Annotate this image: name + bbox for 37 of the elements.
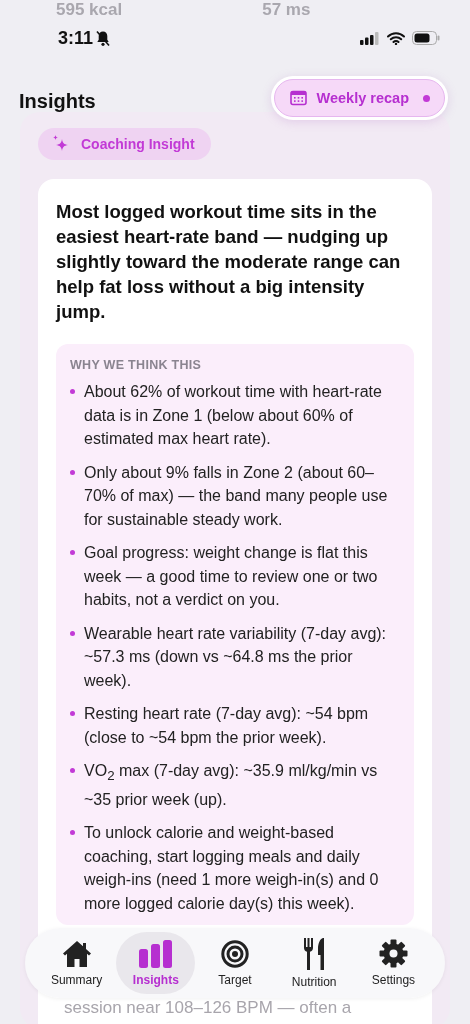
tab[interactable]: Settings xyxy=(353,932,433,994)
bullet-icon xyxy=(70,389,75,394)
reason-text: To unlock calorie and weight-based coaching, start logging meals and daily weigh-ins (need 1 more weigh-in(s) and 0 more logged calorie day(s) this week). xyxy=(84,823,380,914)
weekly-recap-button[interactable]: Weekly recap xyxy=(273,79,445,117)
home-icon xyxy=(61,939,92,968)
bullet-icon xyxy=(70,768,75,773)
tab[interactable]: Insights xyxy=(116,932,196,994)
reasons-heading: WHY WE THINK THIS xyxy=(70,358,203,372)
reason-text: About 62% of workout time with heart-rate data is in Zone 1 (below about 60% of estimated max heart rate). xyxy=(84,382,383,449)
bullet-icon xyxy=(70,469,75,475)
signal-icon xyxy=(360,31,380,45)
insight-headline: Most logged workout time sits in the easiest heart-rate band — nudging up slightly toward the moderate range can help fat loss without a big intensity jump. xyxy=(56,200,402,324)
settings-icon xyxy=(378,939,408,968)
tab[interactable]: Target xyxy=(195,932,275,994)
wifi-icon xyxy=(387,31,405,45)
stat-value: 595 kcal xyxy=(56,0,123,20)
reason-text: Wearable heart rate variability (7-day avg): ~57.3 ms (down vs ~64.8 ms the prior week). xyxy=(84,623,388,691)
status-time: 3:11 xyxy=(58,27,94,49)
stat-value: 57 ms xyxy=(262,0,311,20)
calendar-icon xyxy=(289,90,307,106)
bullet-icon xyxy=(70,630,75,636)
reason-text: Goal progress: weight change is flat this week — a good time to review one or two habits, not a verdict on you. xyxy=(84,543,379,610)
battery-icon xyxy=(412,31,440,45)
bar-chart-icon xyxy=(138,939,173,968)
page-title: Insights xyxy=(19,88,96,113)
tab[interactable]: Summary xyxy=(37,932,117,994)
faded-text: session near 108–126 BPM — often a xyxy=(64,997,353,1019)
bullet-icon xyxy=(70,830,75,836)
badge-label: Coaching Insight xyxy=(81,136,195,152)
tab[interactable]: Nutrition xyxy=(274,932,354,994)
reason-text: VO$_{2}$ max (7-day avg): ~35.9 ml/kg/min vs ~35 prior week (up). xyxy=(84,761,379,810)
target-icon xyxy=(221,939,249,968)
reason-text: Only about 9% falls in Zone 2 (about 60–70% of max) — the band many people use for sustainable steady work. xyxy=(84,462,389,530)
bullet-icon xyxy=(70,550,75,555)
fork-knife-icon xyxy=(303,937,326,970)
reason-text: Resting heart rate (7-day avg): ~54 bpm (close to ~54 bpm the prior week). xyxy=(84,704,370,748)
bullet-icon xyxy=(70,711,75,716)
